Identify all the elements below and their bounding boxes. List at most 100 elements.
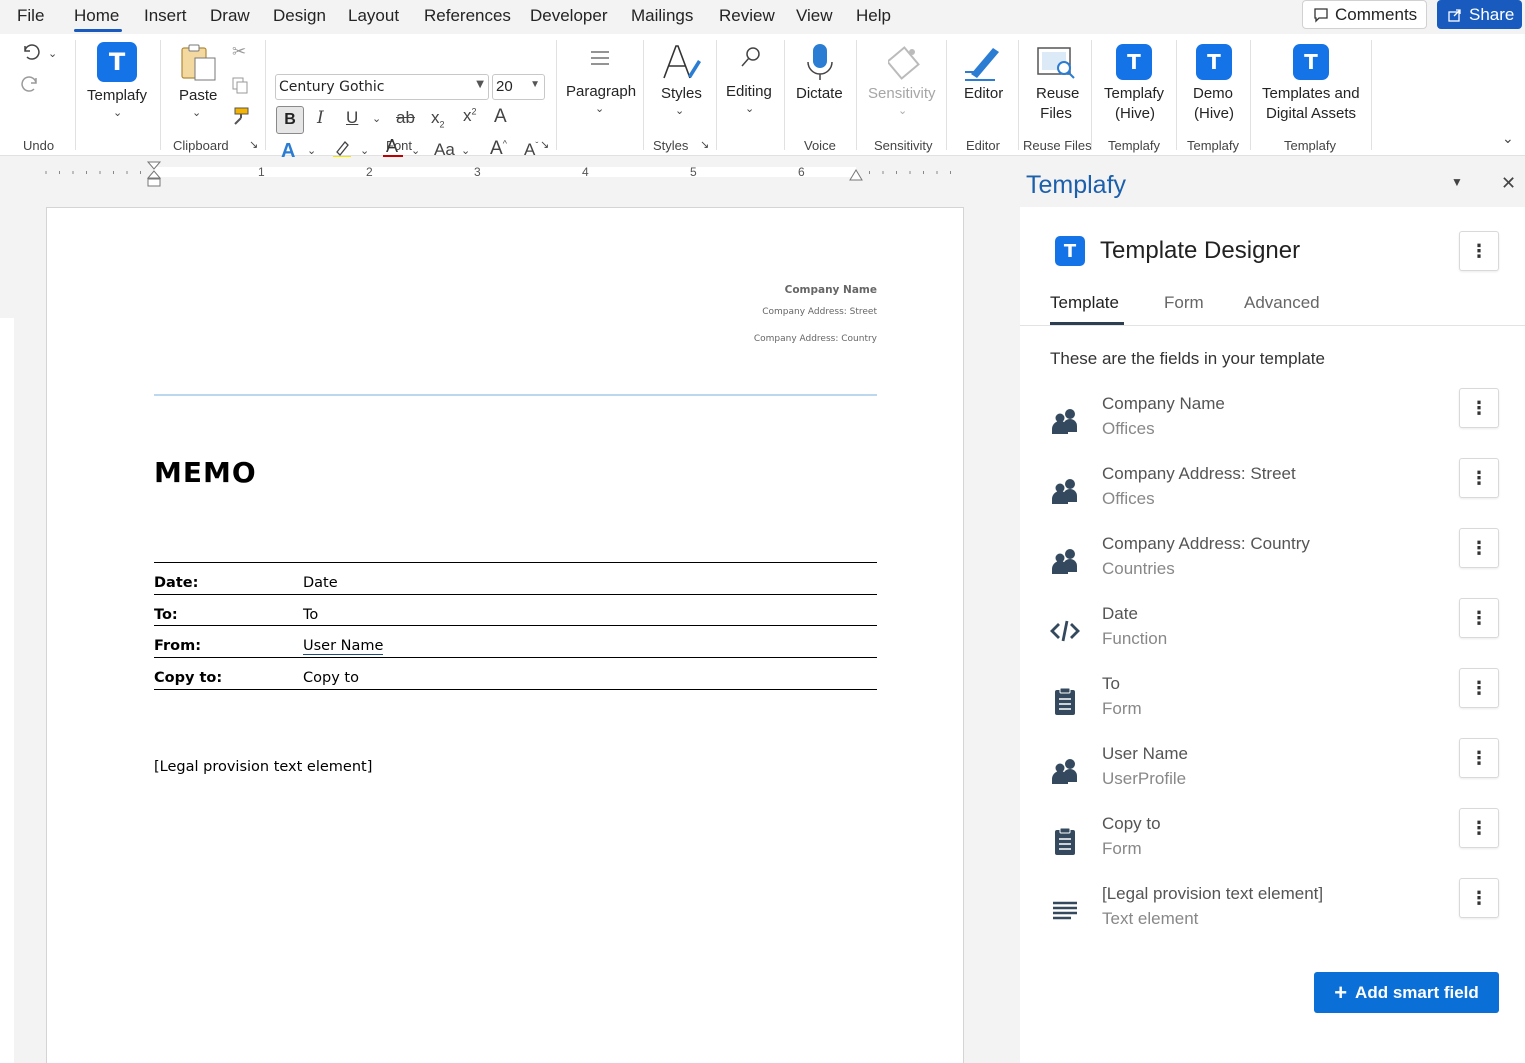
font-launcher-icon[interactable]: ↘ xyxy=(540,138,549,151)
field-row[interactable]: Date Function ⋮ xyxy=(1020,598,1525,674)
menu-view[interactable]: View xyxy=(796,6,833,26)
menu-file[interactable]: File xyxy=(17,6,44,26)
paste-dropdown-icon[interactable]: ⌄ xyxy=(192,106,201,119)
text-effects-dropdown-icon[interactable]: ⌄ xyxy=(307,144,316,157)
templafy-dropdown-icon[interactable]: ⌄ xyxy=(113,106,122,119)
undo-dropdown-icon[interactable]: ⌄ xyxy=(48,47,57,60)
share-button[interactable]: Share xyxy=(1437,0,1522,29)
editor-icon[interactable] xyxy=(963,42,1005,82)
italic-button[interactable]: I xyxy=(317,108,324,128)
tab-form[interactable]: Form xyxy=(1164,293,1204,313)
add-smart-field-button[interactable]: + Add smart field xyxy=(1314,972,1499,1013)
templates-assets-logo-icon[interactable]: T xyxy=(1293,44,1329,80)
menu-mailings[interactable]: Mailings xyxy=(631,6,693,26)
editing-label[interactable]: Editing xyxy=(726,82,772,102)
from-value[interactable]: User Name xyxy=(303,638,384,655)
reuse-files-label-2[interactable]: Files xyxy=(1040,104,1072,124)
field-menu-button[interactable]: ⋮ xyxy=(1459,598,1499,638)
change-case-dropdown-icon[interactable]: ⌄ xyxy=(461,144,470,157)
menu-draw[interactable]: Draw xyxy=(210,6,250,26)
paste-icon[interactable] xyxy=(178,42,218,82)
highlight-dropdown-icon[interactable]: ⌄ xyxy=(360,144,369,157)
field-menu-button[interactable]: ⋮ xyxy=(1459,738,1499,778)
date-value[interactable]: Date xyxy=(303,575,338,591)
field-row[interactable]: User Name UserProfile ⋮ xyxy=(1020,738,1525,814)
paragraph-label[interactable]: Paragraph xyxy=(566,82,636,102)
superscript-button[interactable]: x2 xyxy=(463,106,477,126)
menu-developer[interactable]: Developer xyxy=(530,6,608,26)
comments-button[interactable]: Comments xyxy=(1302,0,1427,29)
undo-icon[interactable] xyxy=(20,42,42,62)
editor-label[interactable]: Editor xyxy=(964,84,1003,104)
templafy-hive-label-2[interactable]: (Hive) xyxy=(1115,104,1155,124)
sensitivity-dropdown-icon[interactable]: ⌄ xyxy=(898,104,907,117)
field-row[interactable]: Company Address: Country Countries ⋮ xyxy=(1020,528,1525,604)
templates-assets-label-1[interactable]: Templates and xyxy=(1262,84,1360,104)
cut-icon[interactable]: ✂ xyxy=(232,42,246,62)
right-indent-marker-icon[interactable] xyxy=(848,168,864,182)
tab-advanced[interactable]: Advanced xyxy=(1244,293,1320,313)
paragraph-dropdown-icon[interactable]: ⌄ xyxy=(595,102,604,115)
ribbon-collapse-icon[interactable]: ⌄ xyxy=(1502,130,1514,147)
field-row[interactable]: Company Address: Street Offices ⋮ xyxy=(1020,458,1525,534)
sensitivity-icon[interactable] xyxy=(888,42,924,80)
styles-label[interactable]: Styles xyxy=(661,84,702,104)
strikethrough-button[interactable]: ab xyxy=(396,108,415,128)
copy-to-value[interactable]: Copy to xyxy=(303,670,359,686)
reuse-files-icon[interactable] xyxy=(1036,44,1078,82)
redo-icon[interactable] xyxy=(20,74,42,96)
clear-formatting-icon[interactable]: A xyxy=(494,106,507,128)
styles-icon[interactable] xyxy=(660,42,702,82)
dictate-label[interactable]: Dictate xyxy=(796,84,843,104)
subscript-button[interactable]: x2 xyxy=(431,108,445,129)
styles-dropdown-icon[interactable]: ⌄ xyxy=(675,104,684,117)
paste-label[interactable]: Paste xyxy=(179,86,217,106)
reuse-files-label-1[interactable]: Reuse xyxy=(1036,84,1079,104)
field-row[interactable]: To Form ⋮ xyxy=(1020,668,1525,744)
indent-marker-icon[interactable] xyxy=(146,160,162,188)
templafy-button-label[interactable]: Templafy xyxy=(87,86,147,106)
menu-layout[interactable]: Layout xyxy=(348,6,399,26)
format-painter-icon[interactable] xyxy=(231,106,251,126)
paragraph-icon[interactable] xyxy=(589,50,611,68)
close-icon[interactable]: ✕ xyxy=(1501,173,1516,194)
tab-template[interactable]: Template xyxy=(1050,293,1119,313)
field-row[interactable]: Company Name Offices ⋮ xyxy=(1020,388,1525,464)
legal-provision-text[interactable]: [Legal provision text element] xyxy=(154,759,372,775)
document-page[interactable]: Company Name Company Address: Street Com… xyxy=(46,207,964,1063)
search-icon[interactable] xyxy=(740,46,762,68)
microphone-icon[interactable] xyxy=(804,42,836,82)
to-value[interactable]: To xyxy=(303,607,318,623)
bold-button[interactable]: B xyxy=(276,106,304,134)
styles-launcher-icon[interactable]: ↘ xyxy=(700,138,709,151)
menu-references[interactable]: References xyxy=(424,6,511,26)
field-row[interactable]: Copy to Form ⋮ xyxy=(1020,808,1525,884)
underline-dropdown-icon[interactable]: ⌄ xyxy=(372,112,381,125)
menu-insert[interactable]: Insert xyxy=(144,6,187,26)
underline-button[interactable]: U xyxy=(346,108,358,128)
menu-help[interactable]: Help xyxy=(856,6,891,26)
menu-design[interactable]: Design xyxy=(273,6,326,26)
demo-hive-label-2[interactable]: (Hive) xyxy=(1194,104,1234,124)
field-menu-button[interactable]: ⋮ xyxy=(1459,388,1499,428)
panel-options-icon[interactable]: ▼ xyxy=(1451,175,1463,189)
sensitivity-label[interactable]: Sensitivity xyxy=(868,84,936,104)
field-menu-button[interactable]: ⋮ xyxy=(1459,808,1499,848)
field-menu-button[interactable]: ⋮ xyxy=(1459,528,1499,568)
demo-hive-logo-icon[interactable]: T xyxy=(1196,44,1232,80)
font-size-select[interactable]: 20 ▼ xyxy=(492,74,545,100)
clipboard-launcher-icon[interactable]: ↘ xyxy=(249,138,258,151)
copy-icon[interactable] xyxy=(231,76,249,94)
font-color-dropdown-icon[interactable]: ⌄ xyxy=(411,144,420,157)
field-row[interactable]: [Legal provision text element] Text elem… xyxy=(1020,878,1525,954)
templates-assets-label-2[interactable]: Digital Assets xyxy=(1266,104,1356,124)
field-menu-button[interactable]: ⋮ xyxy=(1459,668,1499,708)
menu-review[interactable]: Review xyxy=(719,6,775,26)
templafy-hive-logo-icon[interactable]: T xyxy=(1116,44,1152,80)
menu-home[interactable]: Home xyxy=(74,6,119,26)
field-menu-button[interactable]: ⋮ xyxy=(1459,458,1499,498)
demo-hive-label-1[interactable]: Demo xyxy=(1193,84,1233,104)
field-menu-button[interactable]: ⋮ xyxy=(1459,878,1499,918)
templafy-hive-label-1[interactable]: Templafy xyxy=(1104,84,1164,104)
templafy-logo-icon[interactable]: T xyxy=(97,42,137,82)
